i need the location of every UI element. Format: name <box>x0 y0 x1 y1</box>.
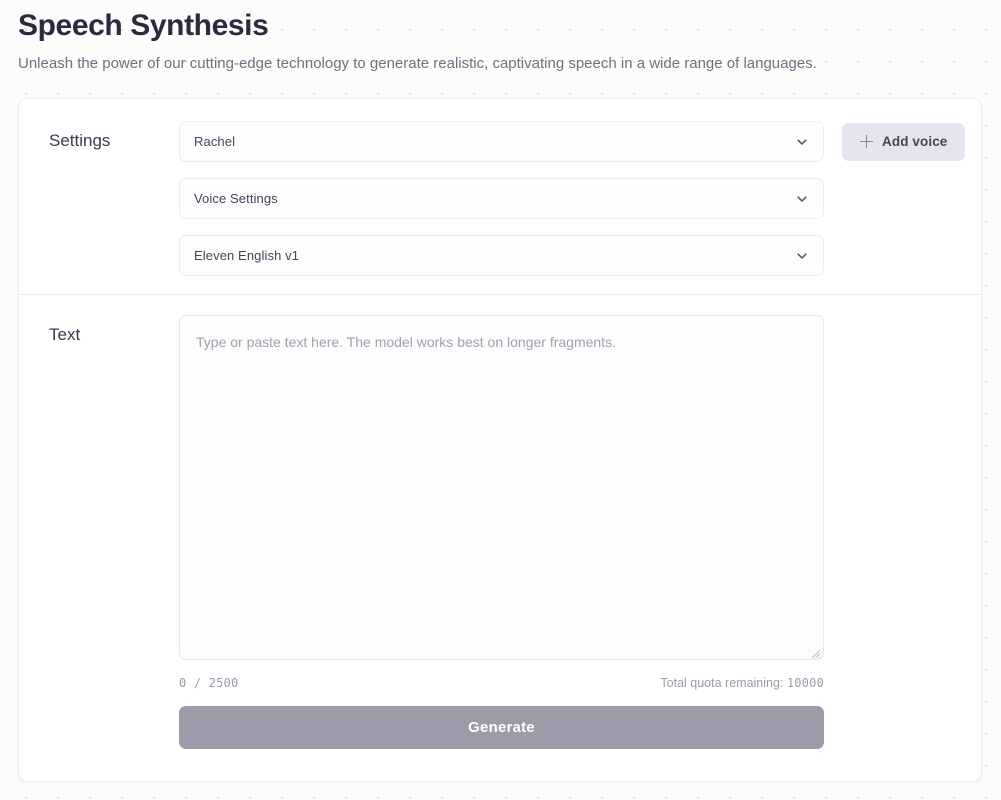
quota-remaining: Total quota remaining: 10000 <box>660 676 824 690</box>
page-subtitle: Unleash the power of our cutting-edge te… <box>18 55 817 72</box>
voice-select-row: Rachel Add voice <box>179 121 966 162</box>
model-select-row: Eleven English v1 <box>179 235 965 276</box>
settings-section: Settings Rachel Add voice Voice Settings… <box>19 99 981 295</box>
voice-settings-value: Voice Settings <box>194 191 278 206</box>
voice-settings-select[interactable]: Voice Settings <box>179 178 824 219</box>
add-voice-button[interactable]: Add voice <box>842 122 966 161</box>
textarea-wrapper <box>179 315 824 665</box>
speech-synthesis-page: Speech Synthesis Unleash the power of ou… <box>0 0 1001 800</box>
plus-icon <box>860 135 873 148</box>
quota-value: 10000 <box>786 676 824 690</box>
page-title: Speech Synthesis <box>18 9 269 42</box>
settings-body: Rachel Add voice Voice Settings Eleven E… <box>179 121 981 276</box>
text-body: 0 / 2500 Total quota remaining: 10000 Ge… <box>179 315 981 749</box>
quota-label: Total quota remaining: <box>660 676 787 690</box>
voice-settings-row: Voice Settings <box>179 178 965 219</box>
text-label: Text <box>49 325 81 344</box>
text-section: Text 0 / 2500 Total quota remaining: 100… <box>19 295 981 749</box>
chevron-down-icon <box>795 249 809 263</box>
chevron-down-icon <box>795 192 809 206</box>
settings-label: Settings <box>49 131 111 150</box>
voice-select[interactable]: Rachel <box>179 121 824 162</box>
text-meta-row: 0 / 2500 Total quota remaining: 10000 <box>179 676 824 690</box>
page-header: Speech Synthesis Unleash the power of ou… <box>0 0 1001 74</box>
voice-select-value: Rachel <box>194 134 236 149</box>
chevron-down-icon <box>795 135 809 149</box>
text-input[interactable] <box>179 315 824 660</box>
add-voice-label: Add voice <box>882 134 948 149</box>
model-select[interactable]: Eleven English v1 <box>179 235 824 276</box>
generate-button[interactable]: Generate <box>179 706 824 749</box>
synthesis-card: Settings Rachel Add voice Voice Settings… <box>18 98 982 782</box>
character-counter: 0 / 2500 <box>179 676 239 690</box>
model-select-value: Eleven English v1 <box>194 248 300 263</box>
